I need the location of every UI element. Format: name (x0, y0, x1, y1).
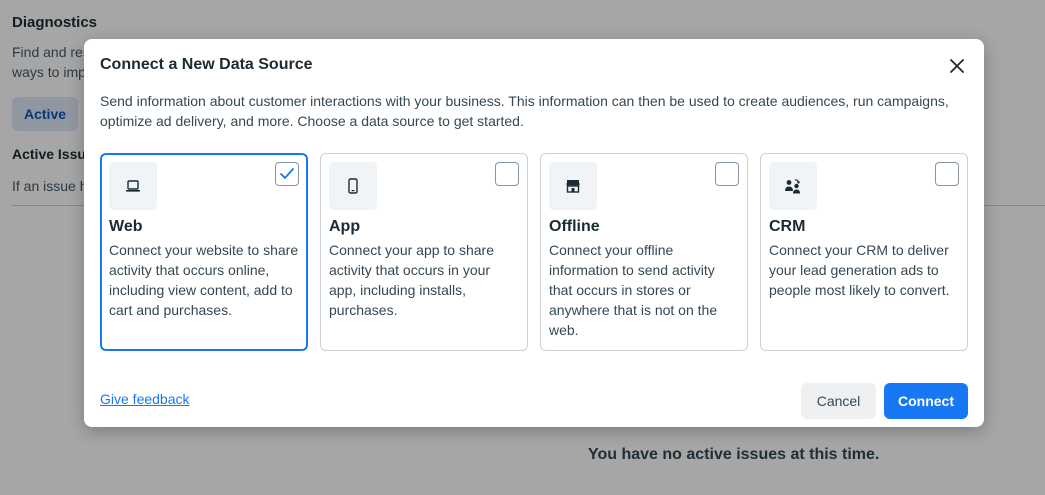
card-description: Connect your website to share activity t… (109, 242, 299, 318)
card-title: CRM (769, 218, 806, 235)
data-source-card-app[interactable]: App Connect your app to share activity t… (320, 153, 528, 351)
data-source-card-crm[interactable]: CRM Connect your CRM to deliver your lea… (760, 153, 968, 351)
close-button[interactable] (946, 55, 968, 77)
data-source-card-web[interactable]: Web Connect your website to share activi… (100, 153, 308, 351)
app-checkbox[interactable] (495, 162, 519, 186)
close-icon (950, 59, 964, 73)
card-title: Web (109, 218, 143, 235)
checkmark-icon (280, 168, 294, 179)
crm-people-icon (769, 162, 817, 210)
cancel-button[interactable]: Cancel (801, 383, 876, 419)
dialog-title: Connect a New Data Source (100, 56, 313, 73)
crm-checkbox[interactable] (935, 162, 959, 186)
dialog-description: Send information about customer interact… (100, 93, 949, 129)
card-title: Offline (549, 218, 600, 235)
connect-button[interactable]: Connect (884, 383, 968, 419)
card-description: Connect your offline information to send… (549, 242, 718, 338)
give-feedback-link[interactable]: Give feedback (100, 391, 190, 407)
connect-data-source-dialog: Connect a New Data Source Send informati… (84, 39, 984, 427)
phone-icon (329, 162, 377, 210)
laptop-icon (109, 162, 157, 210)
web-checkbox[interactable] (275, 162, 299, 186)
store-icon (549, 162, 597, 210)
card-description: Connect your CRM to deliver your lead ge… (769, 242, 950, 298)
card-title: App (329, 218, 361, 235)
data-source-options: Web Connect your website to share activi… (100, 153, 968, 351)
card-description: Connect your app to share activity that … (329, 242, 494, 318)
offline-checkbox[interactable] (715, 162, 739, 186)
data-source-card-offline[interactable]: Offline Connect your offline information… (540, 153, 748, 351)
